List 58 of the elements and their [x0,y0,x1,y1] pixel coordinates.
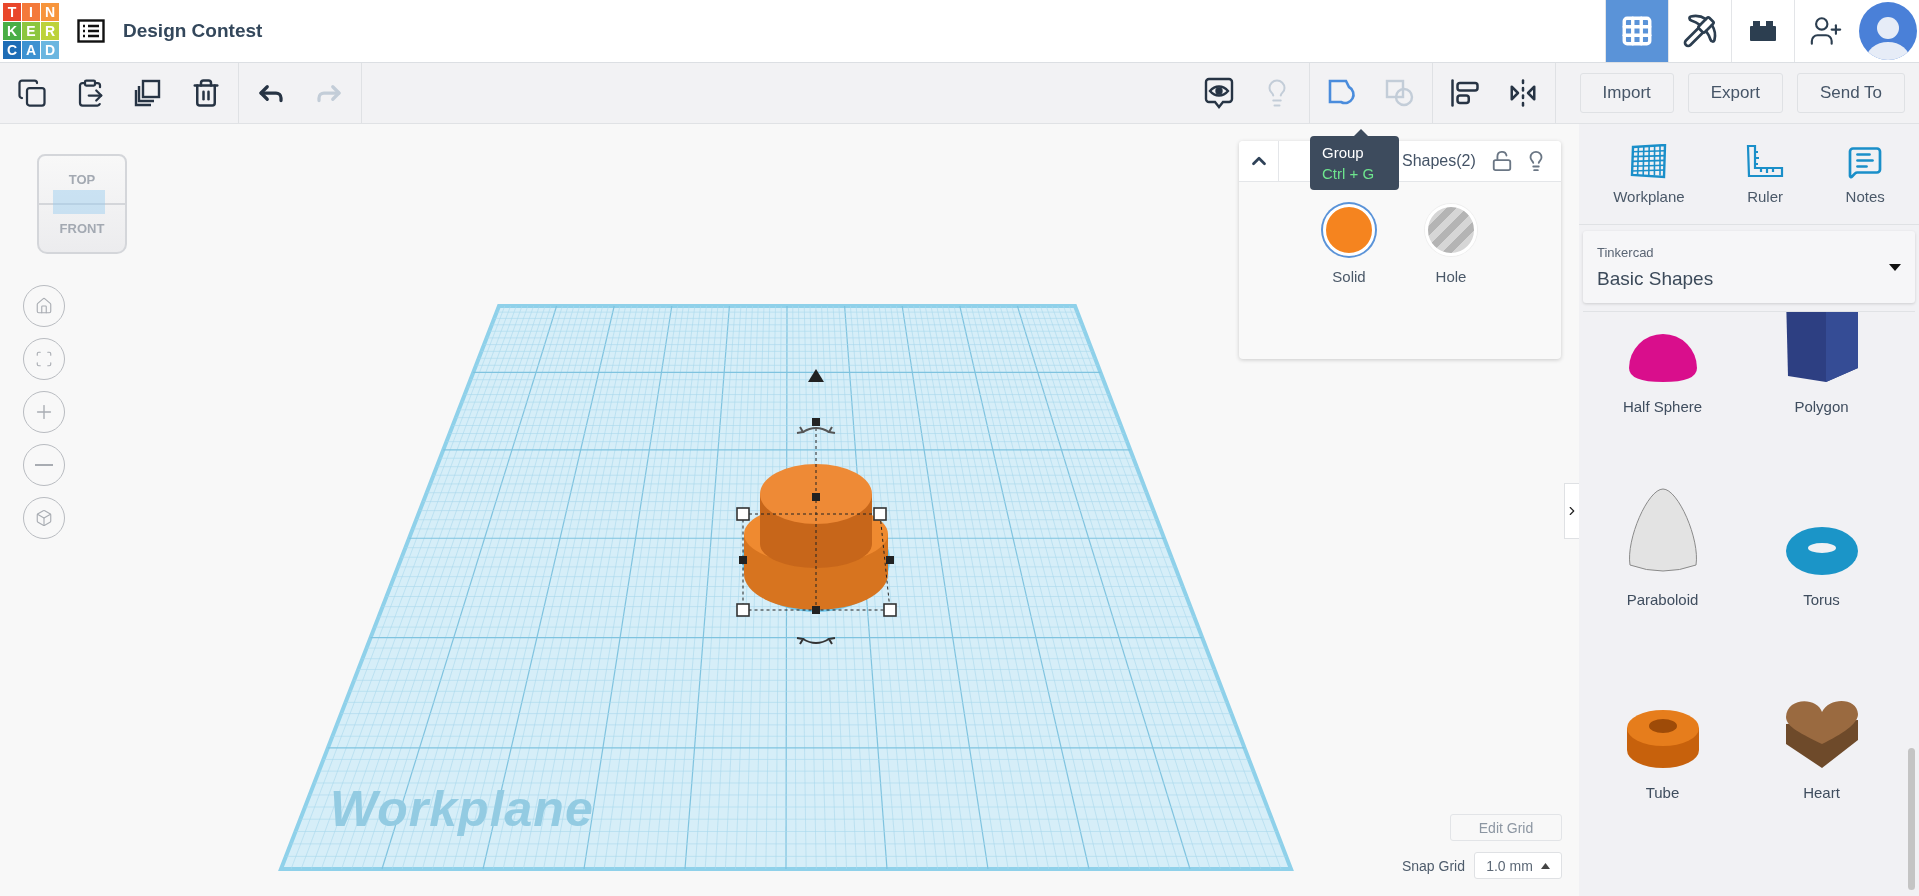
copy-icon [17,78,47,108]
hole-swatch[interactable] [1425,204,1477,256]
solid-swatch[interactable] [1323,204,1375,256]
panel-title: Shapes(2) [1402,152,1477,170]
scrollbar[interactable] [1908,748,1915,890]
square-circle-icon [1383,78,1416,108]
toolbar-button[interactable]: Import [1579,73,1674,113]
stacked-squares-icon [133,78,163,108]
library-source: Tinkercad [1597,244,1655,260]
panel-toggle-button[interactable] [1564,483,1579,539]
minus-icon [35,464,53,466]
align-icon [1449,78,1480,108]
list-icon [77,19,105,43]
add-user-icon [1809,14,1843,48]
rotate-arrow-icon[interactable] [796,426,836,434]
unlocked-icon [1491,150,1513,172]
cube-icon [35,509,53,527]
grid-icon [1620,14,1654,48]
logo[interactable]: T I N K E R C A D [3,3,59,59]
shortcut-text: Ctrl + G [1322,165,1376,182]
notes-button[interactable]: Notes [1845,143,1885,205]
height-arrow-icon[interactable] [808,369,824,382]
rotate-arrow-icon[interactable] [796,637,836,645]
grid-plane-icon [1628,143,1669,180]
shape-item[interactable]: Tube [1583,630,1742,823]
bricks-button[interactable] [1731,0,1794,62]
ruler-icon [1745,143,1786,180]
shape-item[interactable]: Polygon [1742,312,1901,437]
trash-icon [191,78,221,108]
invite-button[interactable] [1794,0,1857,62]
library-name: Basic Shapes [1597,267,1715,290]
selection-box[interactable] [736,418,897,617]
cylinders-drawing[interactable] [742,464,890,612]
ruler-button[interactable]: Ruler [1745,143,1786,205]
pickaxe-icon [1682,13,1718,49]
material-option[interactable]: Solid [1323,204,1375,285]
codeblocks-button[interactable] [1668,0,1731,62]
snap-grid-label: Snap Grid [1401,857,1465,874]
shape-item[interactable]: Half Sphere [1583,312,1742,437]
shape-item[interactable]: Paraboloid [1583,437,1742,630]
toolbar-button[interactable]: Send To [1796,73,1905,113]
shape-item[interactable]: Torus [1742,437,1901,630]
shape-item[interactable]: Heart [1742,630,1901,823]
snap-grid-select[interactable]: 1.0 mm [1474,852,1562,879]
caret-down-icon [1889,263,1901,271]
tooltip-title: Group [1322,144,1365,161]
half-sphere-drawing [1628,334,1697,382]
workplane-button[interactable]: Workplane [1613,143,1685,205]
toolbar-button[interactable]: Export [1687,73,1783,113]
shape-library-dropdown[interactable]: Tinkercad Basic Shapes [1583,231,1915,303]
home-icon [35,297,53,315]
caret-up-icon [1540,862,1550,869]
material-option[interactable]: Hole [1425,204,1477,285]
brick-icon [1748,19,1778,43]
eye-speech-bubble-icon [1203,77,1234,109]
design-title[interactable]: Design Contest [123,20,263,42]
avatar[interactable] [1859,2,1917,60]
fit-icon [35,350,53,368]
